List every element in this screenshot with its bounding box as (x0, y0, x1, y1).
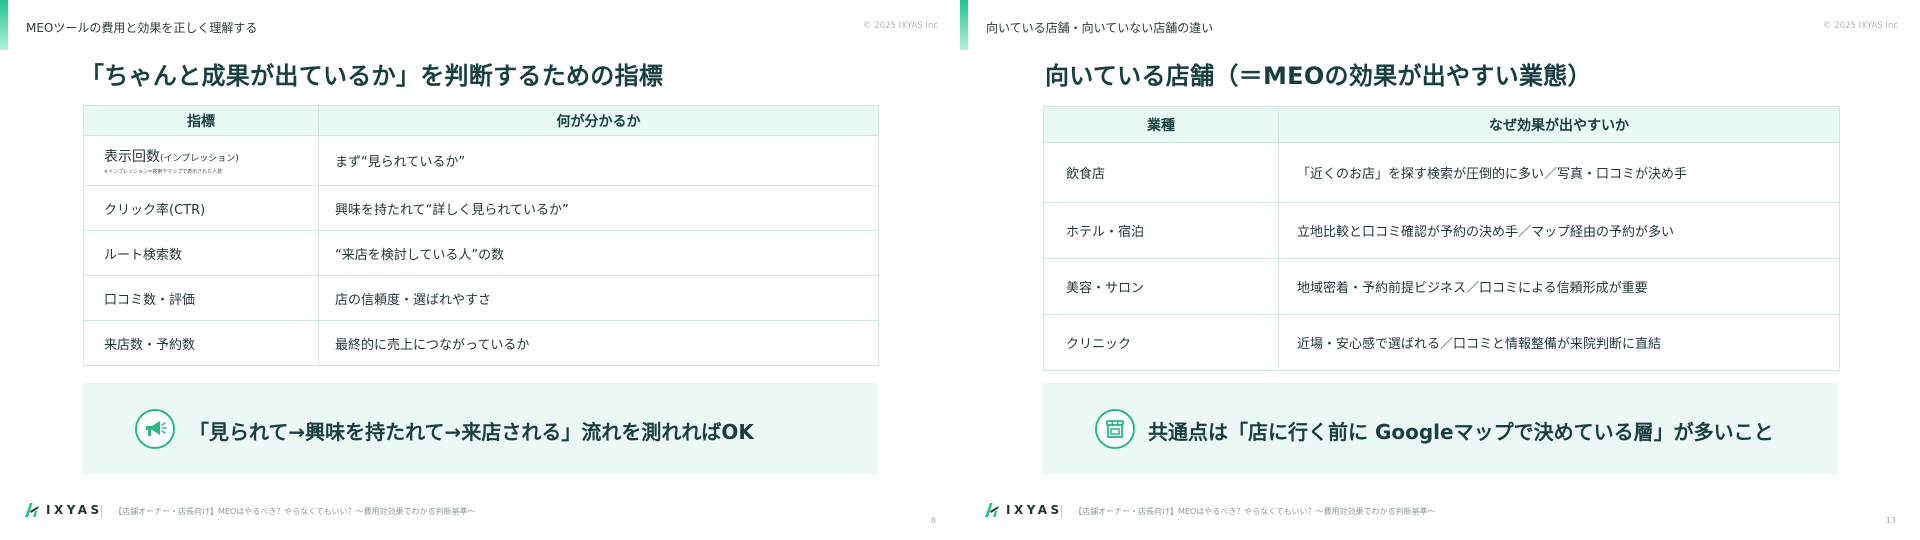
metric-label: クリック率(CTR) (83, 185, 319, 231)
table-header-row: 指標 何が分かるか (83, 105, 879, 136)
metric-value: 店の信頼度・選ばれやすさ (318, 275, 879, 321)
megaphone-icon (135, 409, 175, 449)
footer-divider (1061, 505, 1062, 517)
slide-8: MEOツールの費用と効果を正しく理解する © 2025 IXYAS Inc 「ち… (0, 0, 960, 540)
slide-title: 向いている店舗（＝MEOの効果が出やすい業態） (1045, 62, 1592, 90)
table-row: 美容・サロン 地域密着・予約前提ビジネス／口コミによる信頼形成が重要 (1043, 258, 1840, 315)
table-row: ルート検索数 “来店を検討している人”の数 (83, 230, 879, 276)
metric-sublabel: (インプレッション) (160, 154, 239, 164)
ixyas-logo-mark-icon (985, 503, 999, 517)
metric-label: 来店数・予約数 (83, 320, 319, 366)
metric-label: ルート検索数 (83, 230, 319, 276)
table-row: クリック率(CTR) 興味を持たれて“詳しく見られているか” (83, 185, 879, 231)
callout-text: 共通点は「店に行く前に Googleマップで決めている層」が多いこと (1148, 420, 1774, 444)
business-type-table: 業種 なぜ効果が出やすいか 飲食店 「近くのお店」を探す検索が圧倒的に多い／写真… (1043, 106, 1840, 371)
accent-bar (960, 0, 968, 50)
slide-header: MEOツールの費用と効果を正しく理解する (26, 21, 258, 35)
business-reason: 地域密着・予約前提ビジネス／口コミによる信頼形成が重要 (1278, 258, 1840, 315)
accent-bar (0, 0, 8, 50)
slide-13: 向いている店舗・向いていない店舗の違い © 2025 IXYAS Inc 向いて… (960, 0, 1920, 540)
slide-header: 向いている店舗・向いていない店舗の違い (986, 21, 1214, 35)
table-row: クリニック 近場・安心感で選ばれる／口コミと情報整備が来院判断に直結 (1043, 314, 1840, 371)
table-row: 来店数・予約数 最終的に売上につながっているか (83, 320, 879, 366)
business-type: ホテル・宿泊 (1043, 202, 1279, 259)
metric-value: 最終的に売上につながっているか (318, 320, 879, 366)
logo-text: IXYAS (1006, 503, 1063, 517)
business-type: 美容・サロン (1043, 258, 1279, 315)
metric-label: 表示回数 (104, 149, 160, 165)
copyright: © 2025 IXYAS Inc (1823, 21, 1898, 31)
metrics-table: 指標 何が分かるか 表示回数(インプレッション) ※インプレッション=検索やマッ… (83, 105, 879, 366)
store-icon (1095, 409, 1135, 449)
metric-cell: 表示回数(インプレッション) ※インプレッション=検索やマップで表示された人数 (83, 135, 319, 186)
footer-text: 【店舗オーナー・店長向け】MEOはやるべき？やらなくてもいい？〜費用対効果でわか… (1074, 507, 1436, 516)
ixyas-logo-mark-icon (25, 503, 39, 517)
page-number: 13 (1885, 516, 1896, 525)
metric-note: ※インプレッション=検索やマップで表示された人数 (104, 169, 223, 175)
table-row: 表示回数(インプレッション) ※インプレッション=検索やマップで表示された人数 … (83, 135, 879, 186)
footer-text: 【店舗オーナー・店長向け】MEOはやるべき？やらなくてもいい？〜費用対効果でわか… (114, 507, 476, 516)
callout-box: 「見られて→興味を持たれて→来店される」流れを測れればOK (82, 383, 878, 474)
page-number: 8 (930, 516, 936, 525)
column-header: 何が分かるか (318, 105, 879, 136)
footer-logo: IXYAS (24, 502, 103, 518)
metric-value: “来店を検討している人”の数 (318, 230, 879, 276)
business-reason: 近場・安心感で選ばれる／口コミと情報整備が来院判断に直結 (1278, 314, 1840, 371)
table-row: 口コミ数・評価 店の信頼度・選ばれやすさ (83, 275, 879, 321)
business-type: クリニック (1043, 314, 1279, 371)
metric-value: まず“見られているか” (318, 135, 879, 186)
callout-box: 共通点は「店に行く前に Googleマップで決めている層」が多いこと (1042, 383, 1838, 474)
logo-text: IXYAS (46, 503, 103, 517)
business-type: 飲食店 (1043, 142, 1279, 203)
column-header: 指標 (83, 105, 319, 136)
metric-value: 興味を持たれて“詳しく見られているか” (318, 185, 879, 231)
column-header: なぜ効果が出やすいか (1278, 106, 1840, 143)
metric-label: 口コミ数・評価 (83, 275, 319, 321)
column-header: 業種 (1043, 106, 1279, 143)
copyright: © 2025 IXYAS Inc (863, 21, 938, 31)
footer-logo: IXYAS (984, 502, 1063, 518)
business-reason: 立地比較と口コミ確認が予約の決め手／マップ経由の予約が多い (1278, 202, 1840, 259)
table-row: 飲食店 「近くのお店」を探す検索が圧倒的に多い／写真・口コミが決め手 (1043, 142, 1840, 203)
table-row: ホテル・宿泊 立地比較と口コミ確認が予約の決め手／マップ経由の予約が多い (1043, 202, 1840, 259)
slide-pair: MEOツールの費用と効果を正しく理解する © 2025 IXYAS Inc 「ち… (0, 0, 1920, 540)
business-reason: 「近くのお店」を探す検索が圧倒的に多い／写真・口コミが決め手 (1278, 142, 1840, 203)
callout-text: 「見られて→興味を持たれて→来店される」流れを測れればOK (189, 420, 754, 444)
table-header-row: 業種 なぜ効果が出やすいか (1043, 106, 1840, 143)
slide-title: 「ちゃんと成果が出ているか」を判断するための指標 (80, 62, 664, 90)
footer-divider (101, 505, 102, 517)
